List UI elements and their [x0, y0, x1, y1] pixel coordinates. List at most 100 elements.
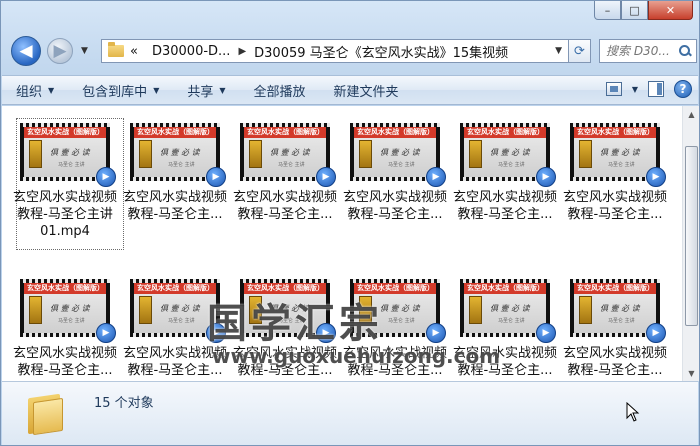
breadcrumb-current[interactable]: D30059 马圣仑《玄空风水实战》15集视频	[254, 42, 508, 61]
file-name: 玄空风水实战视频 教程-马圣仑主讲 01.mp4	[12, 190, 117, 239]
back-arrow-icon: ◀	[19, 41, 33, 61]
thumbnail-subtitle: 俱 壹 必 读	[490, 304, 530, 313]
forward-button[interactable]: ▶	[47, 38, 73, 64]
scroll-down-icon[interactable]: ▼	[684, 365, 699, 381]
book-cover-icon	[469, 140, 482, 168]
play-all-label: 全部播放	[253, 84, 306, 100]
thumbnail-banner: 玄空风水实战（图解版）	[244, 127, 326, 138]
include-in-library-label: 包含到库中	[82, 84, 148, 100]
thumbnail-banner: 玄空风水实战（图解版）	[24, 283, 106, 294]
file-item[interactable]: 玄空风水实战（图解版） 俱 壹 必 读马圣仑 主讲 ▶ 玄空风水实战视频 教程-马圣仑主…	[340, 118, 450, 250]
change-view-icon[interactable]	[605, 82, 622, 96]
file-item[interactable]: 玄空风水实战（图解版） 俱 壹 必 读马圣仑 主讲 ▶ 玄空风水实战视频 教程-马圣仑主…	[120, 118, 230, 250]
search-box[interactable]	[599, 39, 697, 63]
media-player-icon: ▶	[646, 323, 666, 343]
thumbnail-credit: 马圣仑 主讲	[608, 318, 635, 324]
new-folder-button[interactable]: 新建文件夹	[320, 76, 413, 104]
search-icon[interactable]	[678, 44, 692, 58]
thumbnail-credit: 马圣仑 主讲	[58, 318, 85, 324]
book-cover-icon	[579, 140, 592, 168]
thumbnail-credit: 马圣仑 主讲	[278, 162, 305, 168]
play-all-button[interactable]: 全部播放	[240, 76, 320, 104]
thumbnail-banner: 玄空风水实战（图解版）	[464, 127, 546, 138]
help-icon[interactable]: ?	[674, 80, 692, 98]
file-item[interactable]: 玄空风水实战（图解版） 俱 壹 必 读马圣仑 主讲 ▶ 玄空风水实战视频 教程-马圣仑主…	[450, 118, 560, 250]
book-cover-icon	[139, 140, 152, 168]
share-menu[interactable]: 共享 ▼	[173, 76, 239, 104]
thumbnail-banner: 玄空风水实战（图解版）	[574, 127, 656, 138]
breadcrumb-parent[interactable]: D30000-D...	[152, 44, 230, 59]
book-cover-icon	[29, 140, 42, 168]
folder-icon	[108, 42, 124, 57]
thumbnail-credit: 马圣仑 主讲	[498, 162, 525, 168]
thumbnail-credit: 马圣仑 主讲	[608, 162, 635, 168]
video-thumbnail: 玄空风水实战（图解版） 俱 壹 必 读马圣仑 主讲 ▶	[20, 123, 116, 187]
organize-label: 组织	[16, 84, 43, 100]
video-thumbnail: 玄空风水实战（图解版） 俱 壹 必 读马圣仑 主讲 ▶	[20, 279, 116, 343]
recent-pages-dropdown[interactable]: ▼	[81, 46, 88, 56]
thumbnail-subtitle: 俱 壹 必 读	[600, 148, 640, 157]
book-cover-icon	[359, 140, 372, 168]
thumbnail-subtitle: 俱 壹 必 读	[380, 148, 420, 157]
preview-pane-icon[interactable]	[648, 81, 664, 97]
media-player-icon: ▶	[316, 167, 336, 187]
share-label: 共享	[187, 84, 214, 100]
caption-buttons: – □ ✕	[594, 1, 693, 21]
search-input[interactable]	[606, 44, 678, 58]
chevron-down-icon: ▼	[219, 85, 226, 95]
book-cover-icon	[579, 296, 592, 324]
thumbnail-credit: 马圣仑 主讲	[388, 162, 415, 168]
video-thumbnail: 玄空风水实战（图解版） 俱 壹 必 读马圣仑 主讲 ▶	[240, 123, 336, 187]
close-button[interactable]: ✕	[648, 1, 693, 20]
thumbnail-banner: 玄空风水实战（图解版）	[134, 127, 216, 138]
thumbnail-banner: 玄空风水实战（图解版）	[24, 127, 106, 138]
thumbnail-credit: 马圣仑 主讲	[58, 162, 85, 168]
file-item[interactable]: 玄空风水实战（图解版） 俱 壹 必 读马圣仑 主讲 ▶ 玄空风水实战视频 教程-马圣仑主…	[560, 274, 670, 381]
refresh-button[interactable]: ⟳	[569, 39, 591, 63]
folder-large-icon	[28, 393, 66, 436]
breadcrumb-overflow[interactable]: «	[130, 44, 138, 59]
video-thumbnail: 玄空风水实战（图解版） 俱 壹 必 读马圣仑 主讲 ▶	[570, 279, 666, 343]
view-options-dropdown[interactable]: ▼	[632, 85, 638, 94]
vertical-scrollbar[interactable]: ▲ ▼	[682, 106, 699, 381]
scroll-thumb[interactable]	[685, 146, 698, 326]
video-thumbnail: 玄空风水实战（图解版） 俱 壹 必 读马圣仑 主讲 ▶	[130, 123, 226, 187]
media-player-icon: ▶	[96, 323, 116, 343]
maximize-button[interactable]: □	[621, 1, 648, 20]
minimize-button[interactable]: –	[594, 1, 621, 20]
address-dropdown[interactable]: ▼	[555, 46, 562, 56]
item-count: 15 个对象	[94, 396, 154, 411]
book-cover-icon	[139, 296, 152, 324]
file-item[interactable]: 玄空风水实战（图解版） 俱 壹 必 读马圣仑 主讲 ▶ 玄空风水实战视频 教程-马圣仑主…	[10, 274, 120, 381]
file-name: 玄空风水实战视频 教程-马圣仑主...	[562, 346, 667, 378]
video-thumbnail: 玄空风水实战（图解版） 俱 壹 必 读马圣仑 主讲 ▶	[570, 123, 666, 187]
file-name: 玄空风水实战视频 教程-马圣仑主...	[232, 190, 337, 222]
details-pane: 15 个对象	[2, 381, 698, 445]
file-item[interactable]: 玄空风水实战（图解版） 俱 壹 必 读马圣仑 主讲 ▶ 玄空风水实战视频 教程-马圣仑主…	[230, 118, 340, 250]
thumbnail-subtitle: 俱 壹 必 读	[270, 148, 310, 157]
media-player-icon: ▶	[426, 323, 446, 343]
book-cover-icon	[249, 140, 262, 168]
book-cover-icon	[29, 296, 42, 324]
back-button[interactable]: ◀	[11, 36, 41, 66]
toolbar-right-group: ▼ ?	[605, 80, 692, 98]
command-bar: 组织 ▼ 包含到库中 ▼ 共享 ▼ 全部播放 新建文件夹 ▼ ?	[2, 75, 698, 105]
chevron-down-icon: ▼	[153, 85, 160, 95]
forward-arrow-icon: ▶	[53, 41, 67, 61]
file-name: 玄空风水实战视频 教程-马圣仑主...	[122, 190, 227, 222]
file-name: 玄空风水实战视频 教程-马圣仑主...	[562, 190, 667, 222]
media-player-icon: ▶	[206, 167, 226, 187]
watermark-title: 国学汇宗	[207, 301, 383, 347]
file-item[interactable]: 玄空风水实战（图解版） 俱 壹 必 读马圣仑 主讲 ▶ 玄空风水实战视频 教程-马圣仑主…	[560, 118, 670, 250]
thumbnail-credit: 马圣仑 主讲	[168, 318, 195, 324]
address-bar[interactable]: « D30000-D... ▶ D30059 马圣仑《玄空风水实战》15集视频 …	[101, 39, 569, 63]
file-item[interactable]: 玄空风水实战（图解版） 俱 壹 必 读马圣仑 主讲 ▶ 玄空风水实战视频 教程-马圣仑主…	[10, 118, 124, 250]
scroll-up-icon[interactable]: ▲	[684, 106, 699, 122]
file-list-view[interactable]: 玄空风水实战（图解版）俱 壹 必 读马圣仑 主讲 ▶ 玄空风水实战视频 教程-马圣仑主…	[2, 106, 682, 381]
breadcrumb-separator-icon[interactable]: ▶	[230, 46, 254, 57]
media-player-icon: ▶	[426, 167, 446, 187]
organize-menu[interactable]: 组织 ▼	[2, 76, 68, 104]
thumbnail-subtitle: 俱 壹 必 读	[50, 148, 90, 157]
include-in-library-menu[interactable]: 包含到库中 ▼	[68, 76, 173, 104]
thumbnail-subtitle: 俱 壹 必 读	[50, 304, 90, 313]
